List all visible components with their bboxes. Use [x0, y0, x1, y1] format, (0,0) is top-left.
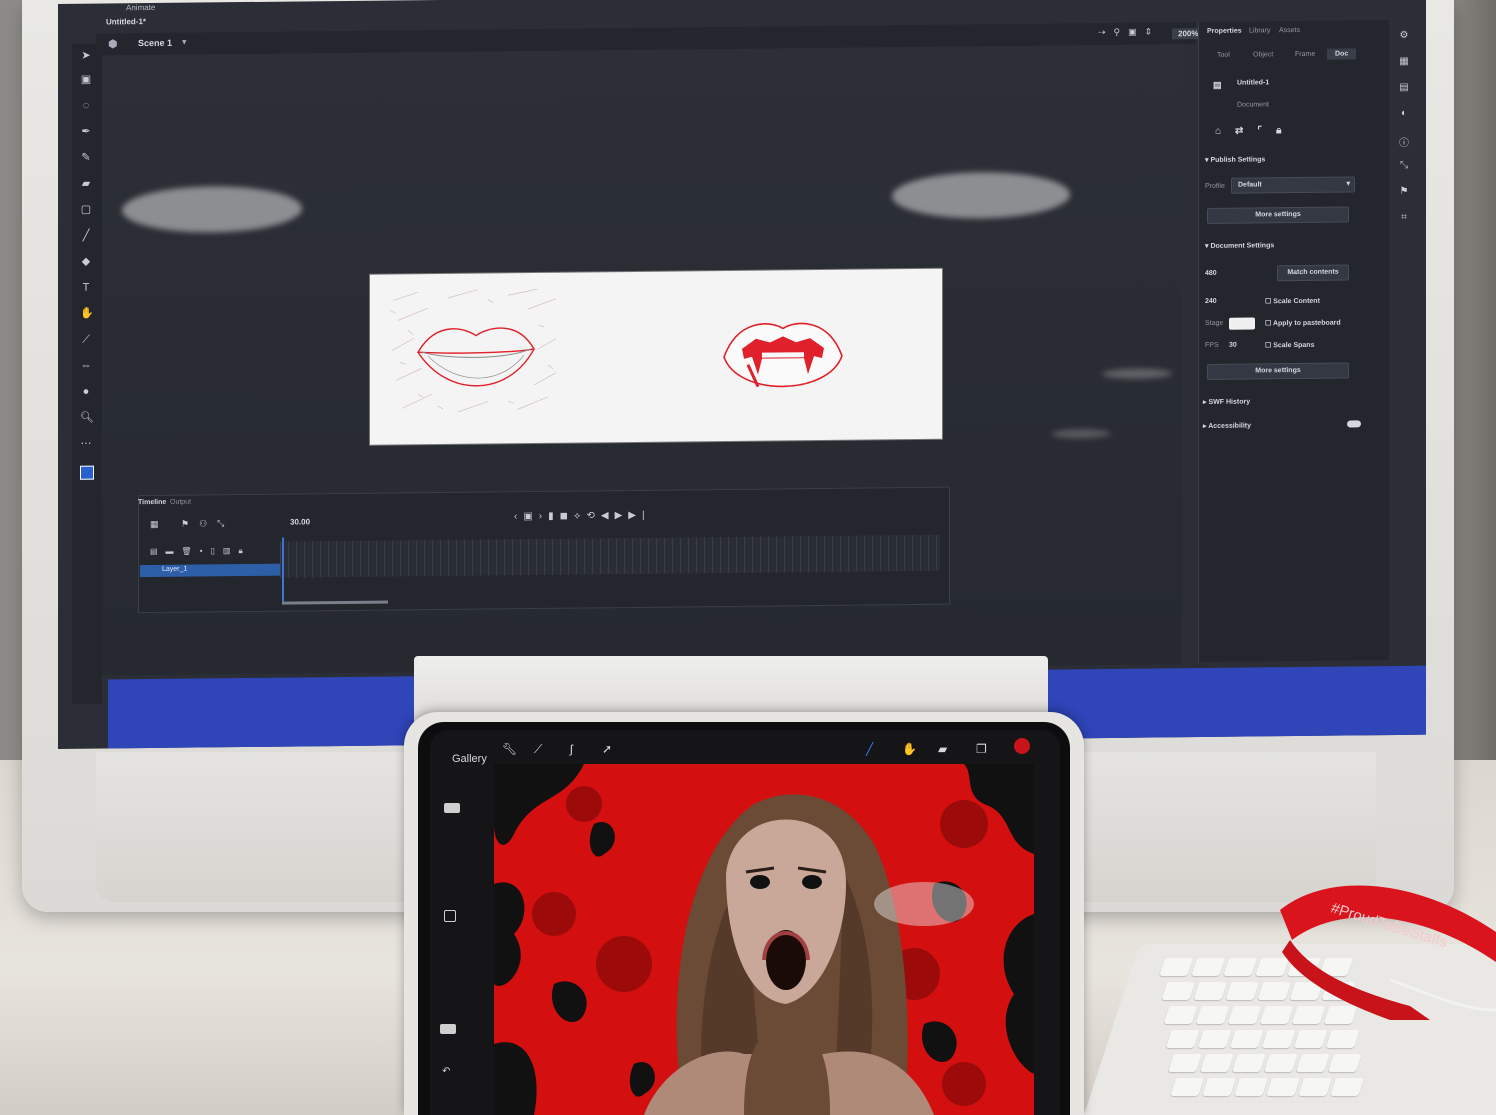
selection-icon[interactable]: ʃ	[570, 742, 573, 756]
layer-name[interactable]: Layer_1	[162, 566, 187, 573]
selection-tool-icon[interactable]: ➤	[80, 50, 92, 62]
accessibility-toggle[interactable]	[1347, 420, 1361, 428]
pen-tool-icon[interactable]: ✒	[80, 126, 92, 138]
properties-panel: Properties Library Assets Tool Object Fr…	[1198, 20, 1389, 663]
profile-label: Profile	[1205, 182, 1225, 190]
subselection-tool-icon[interactable]: ▣	[80, 74, 92, 86]
profile-select[interactable]: Default ▾	[1231, 176, 1355, 194]
align-icon[interactable]: ▤	[1398, 82, 1410, 94]
doc-type: Document	[1237, 101, 1269, 109]
width-field[interactable]: 480	[1205, 270, 1217, 277]
fill-color-swatch[interactable]	[80, 465, 94, 480]
layer-row[interactable]	[140, 563, 280, 578]
properties-icon[interactable]: ⚙	[1398, 30, 1410, 42]
doc-name: Untitled-1	[1237, 79, 1270, 87]
light-reflection	[892, 171, 1070, 220]
smudge-icon[interactable]: ✋	[902, 742, 917, 756]
scale-spans-checkbox[interactable]: ☐ Scale Spans	[1265, 341, 1314, 350]
stage-tools-icons[interactable]: ⇢⚲▣⇕	[1098, 26, 1160, 38]
subtab-tool[interactable]: Tool	[1217, 52, 1230, 59]
library-icon[interactable]: ▦	[1398, 56, 1410, 68]
document-settings-header[interactable]: ▾ Document Settings	[1205, 241, 1274, 250]
light-reflection	[1052, 428, 1110, 439]
monitor-screen: Animate Untitled-1* ⬢ Scene 1 ▾ ⇢⚲▣⇕ 200…	[58, 0, 1426, 749]
scale-content-checkbox[interactable]: ☐ Scale Content	[1265, 297, 1320, 306]
opacity-slider[interactable]	[440, 1024, 456, 1034]
wrench-icon[interactable]: 🔧︎	[502, 742, 517, 756]
lips-sketch-fangs	[723, 322, 843, 388]
timeline-layer-tools[interactable]: ▦ ⚑⚇⤡	[150, 518, 234, 530]
app-title: Animate	[126, 2, 156, 13]
document-icon: ▤	[1213, 79, 1222, 90]
document-tab[interactable]: Untitled-1*	[106, 17, 146, 26]
transform-icon[interactable]: ➚	[602, 742, 612, 756]
tab-assets[interactable]: Assets	[1279, 27, 1300, 34]
apply-to-pasteboard-checkbox[interactable]: ☐ Apply to pasteboard	[1265, 319, 1341, 328]
lasso-tool-icon[interactable]: ◌	[80, 100, 92, 112]
camera-tool-icon[interactable]: ●	[80, 386, 92, 398]
color-icon[interactable]	[1014, 738, 1030, 754]
undo-icon[interactable]: ↶	[442, 1066, 450, 1077]
magic-wand-icon[interactable]: ⟋	[534, 742, 542, 757]
eyedropper-tool-icon[interactable]: ⟋	[80, 334, 92, 346]
eraser-icon[interactable]: ▰	[938, 742, 947, 756]
right-panel-icons: ⚙ ▦ ▤ ◐ ⓘ ⤡ ⚑ ⌗	[1390, 30, 1420, 290]
subtab-frame[interactable]: Frame	[1295, 51, 1315, 58]
modify-button[interactable]	[444, 910, 456, 922]
lanyard: #ProudToBeStaffs	[1280, 885, 1496, 1020]
info-icon[interactable]: ⓘ	[1398, 134, 1410, 149]
playback-controls[interactable]: ‹▣›▮◼⟡⟲◀▶▶|	[514, 510, 651, 522]
subtab-doc[interactable]: Doc	[1327, 48, 1357, 60]
stage-color-swatch[interactable]	[1229, 317, 1255, 330]
zoom-tool-icon[interactable]: 🔍︎	[80, 412, 94, 424]
timeline-frames[interactable]	[280, 534, 940, 578]
scene-icon[interactable]: ⬢	[108, 37, 120, 50]
rectangle-tool-icon[interactable]: ▢	[80, 204, 92, 216]
publish-settings-header[interactable]: ▾ Publish Settings	[1205, 155, 1265, 164]
doc-action-icons[interactable]: ⌂⇄⌜🔒︎	[1215, 125, 1295, 137]
light-reflection	[1102, 368, 1172, 380]
brush-size-slider[interactable]	[444, 803, 460, 813]
fps-label: FPS	[1205, 341, 1219, 349]
match-contents-button[interactable]: Match contents	[1277, 264, 1349, 282]
history-icon[interactable]: ⌗	[1398, 212, 1410, 224]
line-tool-icon[interactable]: ╱	[80, 230, 92, 242]
hand-tool-icon[interactable]: ✋	[80, 308, 94, 320]
fps-display[interactable]: 30.00	[290, 517, 310, 526]
components-icon[interactable]: ⚑	[1398, 186, 1410, 198]
eraser-tool-icon[interactable]: ▰	[80, 178, 92, 190]
gallery-button[interactable]: Gallery	[452, 753, 487, 765]
height-field[interactable]: 240	[1205, 298, 1217, 305]
subtab-object[interactable]: Object	[1253, 51, 1273, 58]
light-reflection	[122, 185, 302, 234]
tab-output[interactable]: Output	[170, 499, 191, 506]
more-settings-button-2[interactable]: More settings	[1207, 362, 1349, 380]
playhead[interactable]	[282, 537, 284, 604]
fps-field[interactable]: 30	[1229, 342, 1237, 349]
brush-tool-icon[interactable]: ✎	[80, 152, 92, 164]
more-tools-icon[interactable]: ⋯	[80, 438, 92, 450]
accessibility-header[interactable]: ▸ Accessibility	[1203, 422, 1251, 431]
brush-icon[interactable]: ╱	[866, 742, 873, 756]
swf-history-header[interactable]: ▸ SWF History	[1203, 398, 1250, 406]
chevron-down-icon[interactable]: ▾	[182, 37, 187, 48]
color-icon[interactable]: ◐	[1398, 108, 1410, 120]
text-tool-icon[interactable]: T	[80, 282, 92, 294]
tab-library[interactable]: Library	[1249, 27, 1270, 34]
width-tool-icon[interactable]: ⇔	[80, 360, 92, 372]
scene-selector[interactable]: Scene 1	[138, 38, 172, 48]
layer-visibility-icons[interactable]: ▤▬🗑•▯▥🔒︎	[150, 546, 251, 557]
procreate-artwork	[494, 764, 1034, 1115]
layers-icon[interactable]: ❐	[976, 742, 987, 756]
stage-label: Stage	[1205, 319, 1224, 327]
tab-properties[interactable]: Properties	[1207, 28, 1242, 35]
paint-bucket-icon[interactable]: ◆	[80, 256, 92, 268]
more-settings-button[interactable]: More settings	[1207, 206, 1349, 224]
lips-sketch-closed	[388, 288, 558, 421]
transform-icon[interactable]: ⤡	[1398, 160, 1410, 172]
tools-panel: ➤ ▣ ◌ ✒ ✎ ▰ ▢ ╱ ◆ T ✋ ⟋ ⇔ ● 🔍︎ ⋯	[72, 43, 102, 704]
tab-timeline[interactable]: Timeline	[138, 499, 166, 506]
